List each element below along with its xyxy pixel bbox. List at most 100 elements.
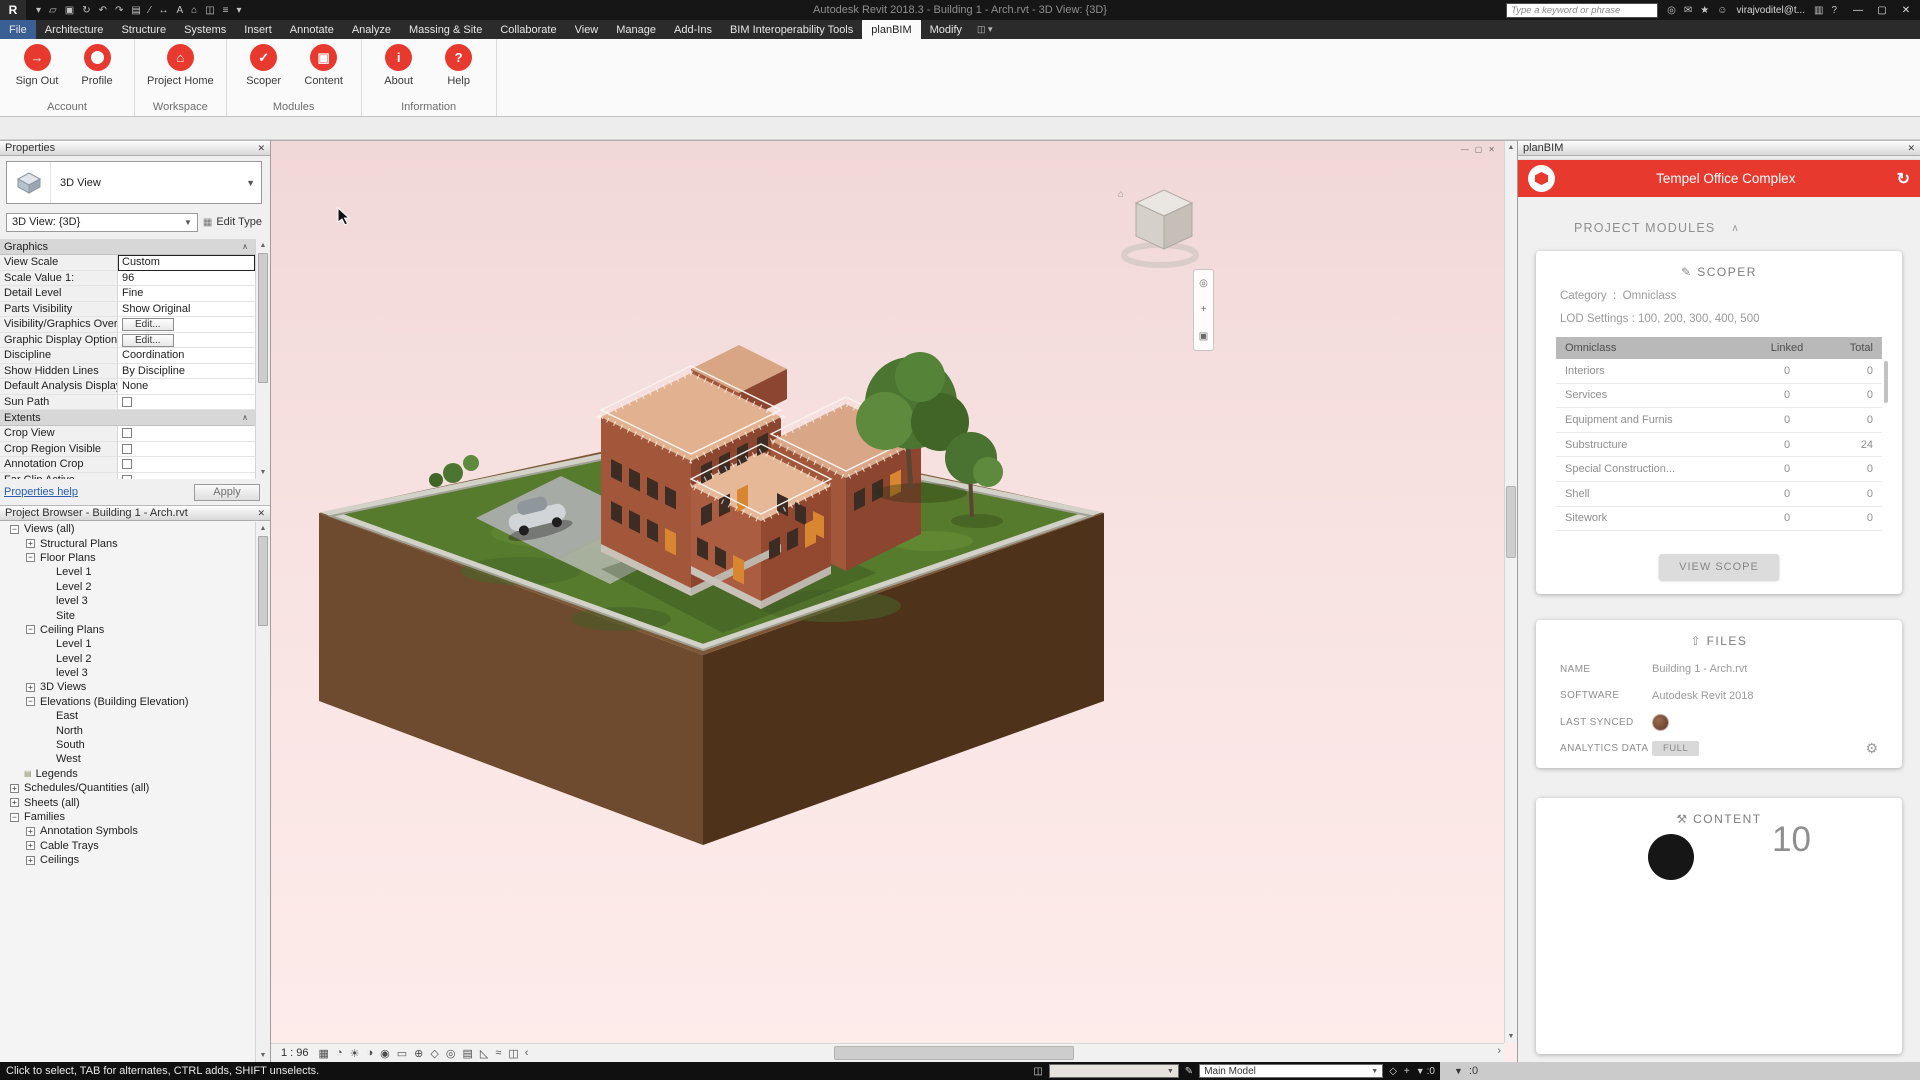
tab-modify[interactable]: Modify <box>921 20 971 39</box>
show-crop-region-icon[interactable]: ⊕ <box>414 1047 423 1060</box>
properties-titlebar[interactable]: Properties ✕ <box>0 140 270 156</box>
close-icon[interactable]: ✕ <box>257 143 265 154</box>
tab-add-ins[interactable]: Add-Ins <box>665 20 721 39</box>
collapse-icon[interactable]: ‹ <box>525 1047 529 1059</box>
checkbox[interactable] <box>122 444 132 454</box>
tree-item-level-3[interactable]: level 3 <box>0 594 255 608</box>
tree-item-ceiling-plans[interactable]: −Ceiling Plans <box>0 623 255 637</box>
measure-icon[interactable]: ∕ <box>149 5 151 16</box>
collapse-icon[interactable]: − <box>26 553 35 562</box>
tree-item-families[interactable]: −Families <box>0 810 255 824</box>
scroll-right-icon[interactable]: › <box>1497 1045 1501 1057</box>
apply-button[interactable]: Apply <box>194 484 260 501</box>
profile-button[interactable]: Profile <box>68 42 126 100</box>
expand-icon[interactable]: + <box>26 683 35 692</box>
properties-help-link[interactable]: Properties help <box>0 486 78 498</box>
exclude-options-icon[interactable]: ◇ <box>1388 1066 1398 1077</box>
rendering-icon[interactable]: ◉ <box>380 1047 390 1060</box>
design-option-select[interactable]: Main Model ▼ <box>1199 1064 1383 1078</box>
tree-item-level-2[interactable]: Level 2 <box>0 580 255 594</box>
signed-in-user[interactable]: virajvoditel@t... <box>1736 5 1805 16</box>
favorites-icon[interactable]: ★ <box>1700 5 1709 16</box>
gear-icon[interactable]: ⚙ <box>1865 740 1878 757</box>
drawing-area[interactable]: —▢✕ ⌂ ◎ + ▣ ▲ ▼ 1 : 96 ▦◔☀◑◉▭⊕◇◎▤◺≈◫ ‹ › <box>271 140 1517 1062</box>
edit-button[interactable]: Edit... <box>122 334 174 347</box>
scoper-row-services[interactable]: Services00 <box>1556 384 1882 409</box>
revit-logo[interactable]: R <box>0 0 26 20</box>
filter-icon[interactable]: ▼ <box>1416 1066 1425 1076</box>
maximize-button[interactable]: ▢ <box>1870 5 1894 16</box>
detail-level-icon[interactable]: ▦ <box>319 1047 329 1060</box>
checkbox[interactable] <box>122 475 132 480</box>
tree-item-site[interactable]: Site <box>0 608 255 622</box>
expand-icon[interactable]: + <box>26 841 35 850</box>
tree-item-elevations-building-elevation[interactable]: −Elevations (Building Elevation) <box>0 695 255 709</box>
tree-item-floor-plans[interactable]: −Floor Plans <box>0 551 255 565</box>
collapse-icon[interactable]: − <box>10 813 19 822</box>
property-value-view-scale[interactable]: Custom <box>118 255 255 271</box>
sun-path-icon[interactable]: ☀ <box>350 1047 360 1060</box>
tab-insert[interactable]: Insert <box>235 20 281 39</box>
scoper-row-shell[interactable]: Shell00 <box>1556 482 1882 507</box>
property-value-default-analysis-display[interactable]: None <box>118 379 255 395</box>
property-value-visibility-graphics-overri[interactable]: Edit... <box>118 317 255 333</box>
tree-item-level-1[interactable]: Level 1 <box>0 637 255 651</box>
property-section-extents[interactable]: Extents∧ <box>0 410 255 426</box>
scroll-down-icon[interactable]: ▼ <box>256 1049 270 1062</box>
checkbox[interactable] <box>122 428 132 438</box>
property-value-scale-value-1[interactable]: 96 <box>118 271 255 287</box>
scoper-row-special-construction[interactable]: Special Construction...00 <box>1556 457 1882 482</box>
scroll-up-icon[interactable]: ▲ <box>1505 141 1517 154</box>
open-icon[interactable]: ▱ <box>49 5 57 16</box>
project-browser-titlebar[interactable]: Project Browser - Building 1 - Arch.rvt … <box>0 505 270 521</box>
property-value-detail-level[interactable]: Fine <box>118 286 255 302</box>
scrollbar-thumb[interactable] <box>1506 486 1516 558</box>
scrollbar-thumb[interactable] <box>834 1046 1074 1060</box>
worksharing-display-icon[interactable]: ◫ <box>508 1047 518 1060</box>
reveal-hidden-icon[interactable]: ◎ <box>446 1047 456 1060</box>
properties-scrollbar[interactable]: ▲ ▼ <box>255 239 270 479</box>
tab-structure[interactable]: Structure <box>112 20 175 39</box>
analytical-model-icon[interactable]: ◺ <box>480 1047 488 1060</box>
property-value-show-hidden-lines[interactable]: By Discipline <box>118 364 255 380</box>
tree-item-legends[interactable]: ▤Legends <box>0 767 255 781</box>
tree-item-3d-views[interactable]: +3D Views <box>0 680 255 694</box>
browser-scrollbar[interactable]: ▲ ▼ <box>255 522 270 1062</box>
scoper-row-interiors[interactable]: Interiors00 <box>1556 359 1882 384</box>
about-button[interactable]: iAbout <box>370 42 428 100</box>
scroll-down-icon[interactable]: ▼ <box>256 466 270 479</box>
tree-item-schedules-quantities-all[interactable]: +Schedules/Quantities (all) <box>0 781 255 795</box>
view-restore-icon[interactable]: ▢ <box>1475 145 1483 154</box>
user-icon[interactable]: ☺ <box>1717 5 1727 16</box>
view-scope-button[interactable]: VIEW SCOPE <box>1659 554 1779 580</box>
temporary-hide-icon[interactable]: ◇ <box>430 1047 438 1060</box>
app-store-icon[interactable]: ▥ <box>1814 5 1823 16</box>
viewport-vertical-scrollbar[interactable]: ▲ ▼ <box>1504 141 1517 1043</box>
tab-planbim[interactable]: planBIM <box>862 20 920 39</box>
tab-collaborate[interactable]: Collaborate <box>491 20 565 39</box>
help-menu-icon[interactable]: ? <box>1831 5 1837 16</box>
property-value-parts-visibility[interactable]: Show Original <box>118 302 255 318</box>
content-button[interactable]: ▣Content <box>295 42 353 100</box>
tree-item-views-all[interactable]: −Views (all) <box>0 522 255 536</box>
tab-architecture[interactable]: Architecture <box>36 20 113 39</box>
zoom-icon[interactable]: ▣ <box>1199 331 1208 342</box>
tree-item-level-3[interactable]: level 3 <box>0 666 255 680</box>
tab-analyze[interactable]: Analyze <box>343 20 400 39</box>
user-avatar[interactable] <box>1652 714 1669 731</box>
tree-item-level-1[interactable]: Level 1 <box>0 565 255 579</box>
edit-type-button[interactable]: ▦ Edit Type <box>203 216 262 228</box>
press-drag-icon[interactable]: + <box>1403 1066 1411 1077</box>
expand-icon[interactable]: + <box>10 784 19 793</box>
collapse-section-icon[interactable]: ∧ <box>242 413 251 422</box>
scoper-button[interactable]: ✓Scoper <box>235 42 293 100</box>
constraints-icon[interactable]: ≈ <box>495 1047 501 1060</box>
navigation-bar[interactable]: ◎ + ▣ <box>1193 269 1214 351</box>
tree-item-west[interactable]: West <box>0 752 255 766</box>
infocenter-search-input[interactable]: Type a keyword or phrase <box>1506 3 1658 18</box>
scroll-up-icon[interactable]: ▲ <box>256 239 270 252</box>
type-selector[interactable]: 3D View ▼ <box>6 161 262 204</box>
redo-icon[interactable]: ↷ <box>115 5 123 16</box>
view-close-icon[interactable]: ✕ <box>1488 145 1495 154</box>
project-modules-header[interactable]: PROJECT MODULES ∧ <box>1574 221 1920 235</box>
